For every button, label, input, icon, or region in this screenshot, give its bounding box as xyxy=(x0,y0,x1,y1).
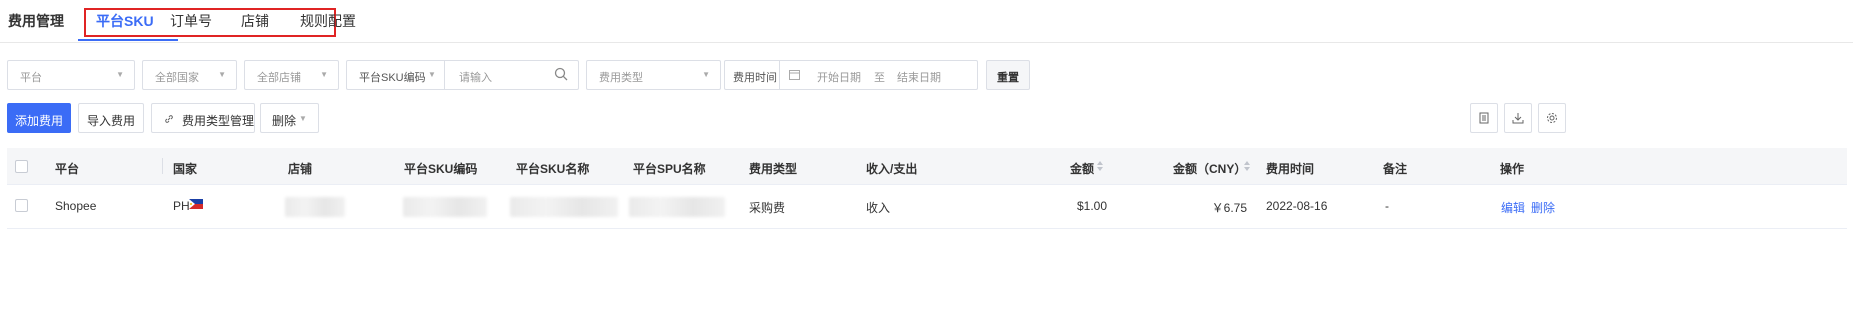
country-select[interactable]: 全部国家 ▼ xyxy=(142,60,237,90)
ph-flag-icon xyxy=(189,199,203,209)
country-select-label: 全部国家 xyxy=(155,72,199,84)
header-fee-time: 费用时间 xyxy=(1266,162,1315,176)
calendar-icon xyxy=(789,70,800,80)
header-store: 店铺 xyxy=(288,162,313,176)
sort-icon[interactable] xyxy=(1243,159,1251,173)
header-income-expense: 收入/支出 xyxy=(866,162,918,176)
tab-platform-sku[interactable]: 平台SKU xyxy=(96,11,154,31)
redacted-spu-name xyxy=(629,197,725,217)
tab-rule-config[interactable]: 规则配置 xyxy=(300,11,356,31)
header-sku-name: 平台SKU名称 xyxy=(516,162,590,176)
divider xyxy=(779,61,780,89)
header-sku-code: 平台SKU编码 xyxy=(404,162,478,176)
delete-dropdown-label: 删除 xyxy=(272,114,297,128)
link-icon xyxy=(165,115,173,123)
date-range-separator: 至 xyxy=(874,72,885,84)
header-actions: 操作 xyxy=(1500,162,1525,176)
chevron-down-icon[interactable]: ▼ xyxy=(428,70,436,79)
reset-button[interactable]: 重置 xyxy=(986,60,1030,90)
chevron-down-icon: ▼ xyxy=(299,114,307,123)
cell-fee-time: 2022-08-16 xyxy=(1266,199,1328,213)
download-icon xyxy=(1512,113,1524,124)
module-title: 费用管理 xyxy=(8,13,64,29)
chevron-down-icon: ▼ xyxy=(218,70,226,79)
delete-link[interactable]: 删除 xyxy=(1531,199,1555,216)
cell-fee-type: 采购费 xyxy=(749,201,786,215)
table-header: 平台 国家 店铺 平台SKU编码 平台SKU名称 平台SPU名称 费用类型 收入… xyxy=(7,148,1847,185)
start-date-input[interactable]: 开始日期 xyxy=(817,69,861,85)
chevron-down-icon: ▼ xyxy=(702,70,710,79)
cell-amount: $1.00 xyxy=(1076,199,1107,213)
import-fee-button[interactable]: 导入费用 xyxy=(78,103,144,133)
chevron-down-icon: ▼ xyxy=(116,70,124,79)
header-country: 国家 xyxy=(173,162,198,176)
header-amount: 金额 xyxy=(1070,162,1095,176)
redacted-sku-code xyxy=(403,197,487,217)
header-platform: 平台 xyxy=(55,162,80,176)
cell-amount-cny: ￥6.75 xyxy=(1211,201,1247,215)
document-icon xyxy=(1479,112,1489,124)
fee-time-label: 费用时间 xyxy=(733,72,777,84)
divider xyxy=(444,61,445,89)
active-tab-indicator xyxy=(78,39,178,41)
row-checkbox[interactable] xyxy=(15,199,28,212)
fee-type-label: 费用类型 xyxy=(599,72,643,84)
fee-type-manage-label: 费用类型管理 xyxy=(182,114,255,128)
redacted-sku-name xyxy=(510,197,618,217)
edit-link[interactable]: 编辑 xyxy=(1501,199,1525,216)
fee-type-select[interactable]: 费用类型 ▼ xyxy=(586,60,721,90)
end-date-input[interactable]: 结束日期 xyxy=(897,69,941,85)
cell-income-expense: 收入 xyxy=(866,201,891,215)
cell-remark: - xyxy=(1385,199,1389,213)
add-fee-button-label: 添加费用 xyxy=(14,114,63,128)
platform-select-label: 平台 xyxy=(20,72,42,84)
sort-icon[interactable] xyxy=(1096,159,1104,173)
search-icon[interactable] xyxy=(554,67,568,81)
cell-country: PH xyxy=(173,199,190,213)
top-nav: 费用管理 平台SKU 订单号 店铺 规则配置 xyxy=(0,0,1853,43)
redacted-store xyxy=(285,197,345,217)
settings-icon xyxy=(1547,113,1557,123)
header-fee-type: 费用类型 xyxy=(749,162,798,176)
platform-select[interactable]: 平台 ▼ xyxy=(7,60,135,90)
delete-dropdown-button[interactable]: 删除 ▼ xyxy=(260,103,319,133)
settings-button[interactable] xyxy=(1538,103,1566,133)
tab-store[interactable]: 店铺 xyxy=(241,11,269,31)
download-button[interactable] xyxy=(1504,103,1532,133)
store-select-label: 全部店铺 xyxy=(257,72,301,84)
reset-button-label: 重置 xyxy=(997,72,1019,84)
sku-search-group: 平台SKU编码 ▼ 请输入 xyxy=(346,60,579,90)
header-amount-cny: 金额（CNY） xyxy=(1173,162,1247,176)
add-fee-button[interactable]: 添加费用 xyxy=(7,103,71,133)
sku-search-input[interactable]: 请输入 xyxy=(459,69,492,85)
import-fee-button-label: 导入费用 xyxy=(86,114,135,128)
chevron-down-icon: ▼ xyxy=(320,70,328,79)
select-all-checkbox[interactable] xyxy=(15,160,28,173)
store-select[interactable]: 全部店铺 ▼ xyxy=(244,60,339,90)
header-spu-name: 平台SPU名称 xyxy=(633,162,706,176)
header-remark: 备注 xyxy=(1383,162,1408,176)
document-button[interactable] xyxy=(1470,103,1498,133)
fee-type-manage-button[interactable]: 费用类型管理 xyxy=(151,103,255,133)
table-row: Shopee PH 采购费 收入 $1.00 ￥6.75 2022-08-16 … xyxy=(7,184,1847,229)
fee-date-range[interactable]: 费用时间 开始日期 至 结束日期 xyxy=(724,60,978,90)
tab-order-number[interactable]: 订单号 xyxy=(170,11,212,31)
header-separator xyxy=(162,158,163,174)
sku-type-label[interactable]: 平台SKU编码 xyxy=(359,69,426,85)
cell-platform: Shopee xyxy=(55,199,97,213)
